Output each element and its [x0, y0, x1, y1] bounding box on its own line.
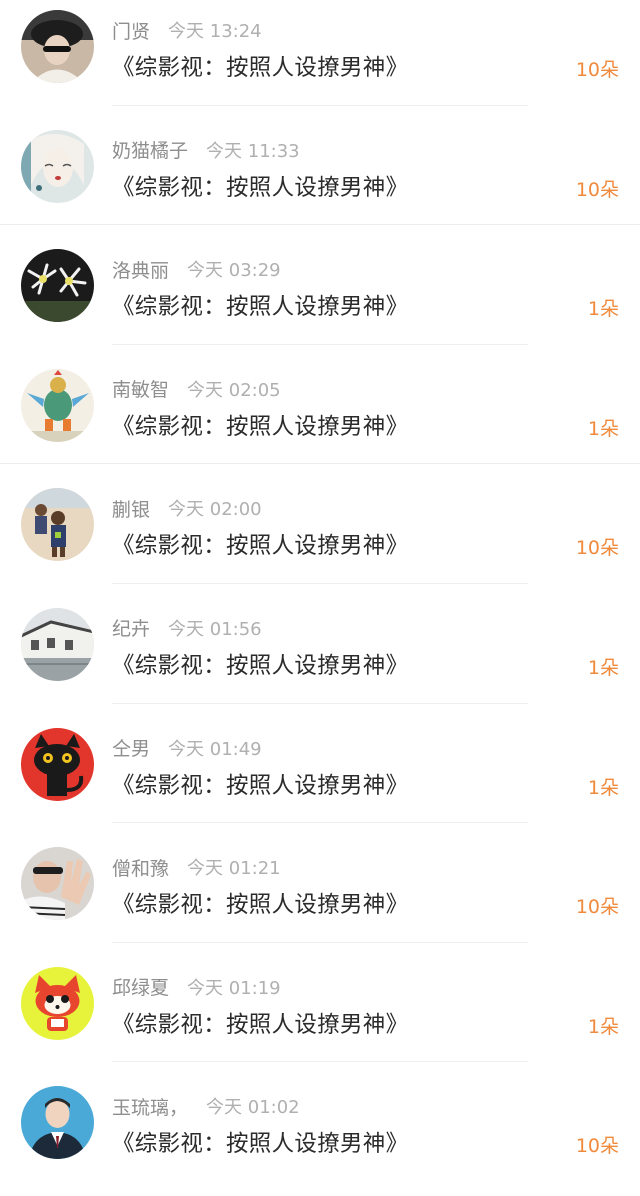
book-title[interactable]: 《综影视：按照人设撩男神》 — [112, 887, 408, 919]
gift-count: 1朵 — [587, 417, 619, 440]
timestamp: 今天 01:56 — [168, 618, 262, 640]
divider — [0, 463, 640, 465]
gift-count: 10朵 — [575, 178, 619, 201]
timestamp: 今天 01:49 — [168, 738, 262, 760]
avatar[interactable] — [21, 10, 94, 83]
timestamp: 今天 01:21 — [187, 858, 281, 880]
item-meta: 僧和豫 今天 01:21 — [112, 853, 281, 881]
item-meta: 洛典丽 今天 03:29 — [112, 255, 281, 283]
avatar[interactable] — [21, 727, 94, 801]
gift-record-list: 门贤 今天 13:24 《综影视：按照人设撩男神》 10朵 奶猫橘子 今天 11… — [0, 0, 640, 1164]
list-item[interactable]: 僧和豫 今天 01:21 《综影视：按照人设撩男神》 10朵 — [0, 837, 640, 957]
book-title[interactable]: 《综影视：按照人设撩男神》 — [112, 409, 408, 441]
man-in-suit-icon — [21, 1086, 94, 1160]
children-beach-icon — [21, 488, 94, 562]
avatar[interactable] — [21, 488, 94, 562]
divider — [112, 702, 528, 704]
list-item[interactable]: 南敏智 今天 02:05 《综影视：按照人设撩男神》 1朵 — [0, 359, 640, 479]
cartoon-fox-icon — [21, 966, 94, 1040]
avatar[interactable] — [21, 607, 94, 681]
divider — [112, 343, 528, 345]
book-title[interactable]: 《综影视：按照人设撩男神》 — [112, 1126, 408, 1158]
list-item[interactable]: 蒯银 今天 02:00 《综影视：按照人设撩男神》 10朵 — [0, 478, 640, 598]
avatar[interactable] — [21, 847, 94, 921]
gift-count: 1朵 — [587, 298, 619, 321]
username[interactable]: 门贤 — [112, 17, 150, 44]
username[interactable]: 玉琉璃， — [112, 1093, 188, 1120]
divider — [112, 1061, 528, 1063]
item-meta: 门贤 今天 13:24 — [112, 16, 262, 44]
username[interactable]: 邱绿夏 — [112, 973, 169, 1000]
divider — [112, 582, 528, 584]
item-meta: 仝男 今天 01:49 — [112, 734, 262, 762]
avatar[interactable] — [21, 1086, 94, 1160]
list-item[interactable]: 洛典丽 今天 03:29 《综影视：按照人设撩男神》 1朵 — [0, 239, 640, 359]
item-meta: 玉琉璃， 今天 01:02 — [112, 1092, 300, 1120]
list-item[interactable]: 邱绿夏 今天 01:19 《综影视：按照人设撩男神》 1朵 — [0, 957, 640, 1077]
list-item[interactable]: 玉琉璃， 今天 01:02 《综影视：按照人设撩男神》 10朵 — [0, 1076, 640, 1196]
item-meta: 南敏智 今天 02:05 — [112, 375, 281, 403]
book-title[interactable]: 《综影视：按照人设撩男神》 — [112, 1007, 408, 1039]
painted-woman-icon — [21, 129, 94, 203]
book-title[interactable]: 《综影视：按照人设撩男神》 — [112, 648, 408, 680]
username[interactable]: 僧和豫 — [112, 854, 169, 881]
gift-count: 10朵 — [575, 537, 619, 560]
username[interactable]: 仝男 — [112, 734, 150, 761]
timestamp: 今天 01:19 — [187, 977, 281, 999]
divider — [112, 104, 528, 106]
gift-count: 10朵 — [575, 59, 619, 81]
divider — [112, 822, 528, 824]
list-item[interactable]: 仝男 今天 01:49 《综影视：按照人设撩男神》 1朵 — [0, 718, 640, 838]
avatar[interactable] — [21, 249, 94, 323]
divider — [112, 941, 528, 943]
timestamp: 今天 11:33 — [206, 140, 300, 162]
gift-count: 1朵 — [587, 776, 619, 799]
timestamp: 今天 02:00 — [168, 499, 262, 521]
dark-hat-person-icon — [21, 10, 94, 83]
timestamp: 今天 02:05 — [187, 379, 281, 401]
timestamp: 今天 01:02 — [206, 1097, 300, 1119]
item-meta: 蒯银 今天 02:00 — [112, 494, 262, 522]
list-item[interactable]: 门贤 今天 13:24 《综影视：按照人设撩男神》 10朵 — [0, 0, 640, 120]
gift-count: 10朵 — [575, 896, 619, 919]
waving-person-icon — [21, 847, 94, 921]
list-item[interactable]: 纪卉 今天 01:56 《综影视：按照人设撩男神》 1朵 — [0, 598, 640, 718]
username[interactable]: 南敏智 — [112, 375, 169, 402]
item-meta: 纪卉 今天 01:56 — [112, 614, 262, 642]
timestamp: 今天 03:29 — [187, 260, 281, 282]
username[interactable]: 纪卉 — [112, 614, 150, 641]
username[interactable]: 奶猫橘子 — [112, 136, 188, 163]
username[interactable]: 蒯银 — [112, 495, 150, 522]
timestamp: 今天 13:24 — [168, 21, 262, 42]
cartoon-bird-icon — [21, 368, 94, 442]
book-title[interactable]: 《综影视：按照人设撩男神》 — [112, 289, 408, 321]
book-title[interactable]: 《综影视：按照人设撩男神》 — [112, 528, 408, 560]
username[interactable]: 洛典丽 — [112, 256, 169, 283]
avatar[interactable] — [21, 368, 94, 442]
book-title[interactable]: 《综影视：按照人设撩男神》 — [112, 50, 408, 82]
list-item[interactable]: 奶猫橘子 今天 11:33 《综影视：按照人设撩男神》 10朵 — [0, 120, 640, 240]
black-cat-icon — [21, 727, 94, 801]
white-flowers-icon — [21, 249, 94, 323]
item-meta: 邱绿夏 今天 01:19 — [112, 973, 281, 1001]
book-title[interactable]: 《综影视：按照人设撩男神》 — [112, 768, 408, 800]
avatar[interactable] — [21, 129, 94, 203]
gift-count: 1朵 — [587, 656, 619, 679]
item-meta: 奶猫橘子 今天 11:33 — [112, 136, 300, 164]
divider — [0, 224, 640, 226]
gift-count: 1朵 — [587, 1015, 619, 1038]
old-building-icon — [21, 607, 94, 681]
book-title[interactable]: 《综影视：按照人设撩男神》 — [112, 170, 408, 202]
avatar[interactable] — [21, 966, 94, 1040]
gift-count: 10朵 — [575, 1135, 619, 1158]
